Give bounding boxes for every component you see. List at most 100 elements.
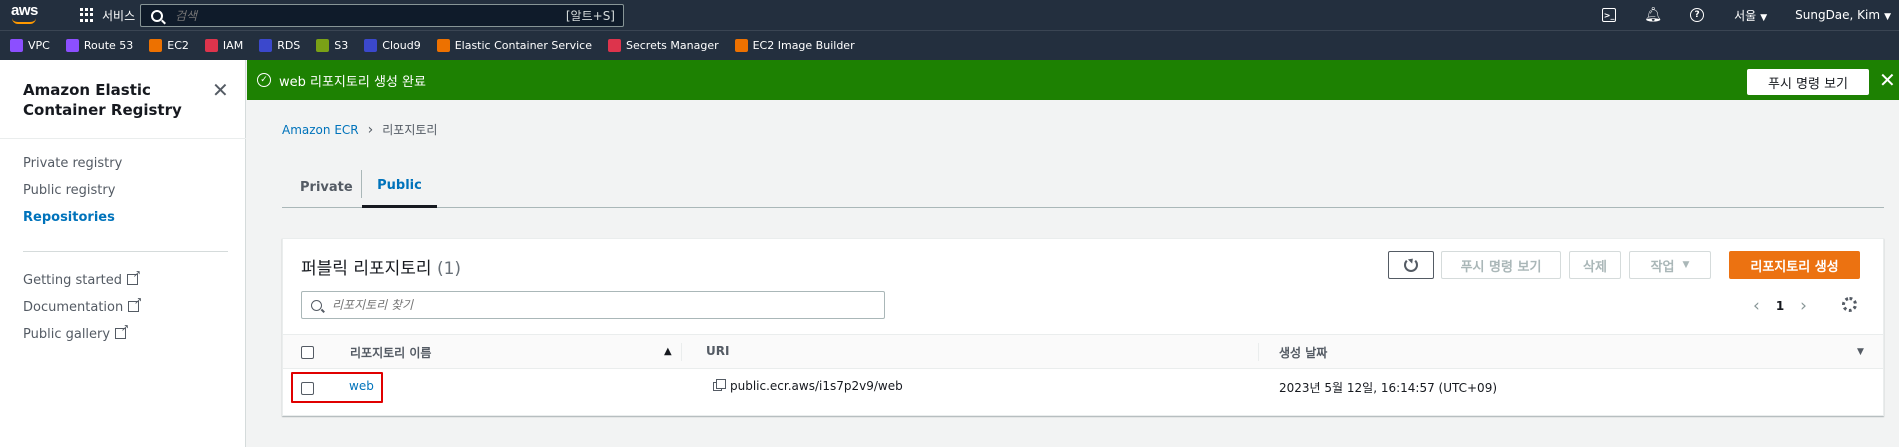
search-icon [151, 9, 163, 22]
repository-name-link[interactable]: web [349, 379, 374, 393]
tab-public[interactable]: Public [362, 166, 437, 208]
actions-label: 작업 [1650, 259, 1675, 275]
sidebar-item-private-registry[interactable]: Private registry [23, 156, 122, 171]
page-number[interactable]: 1 [1776, 299, 1784, 313]
flash-message: web 리포지토리 생성 완료 [279, 74, 426, 90]
rds-icon [259, 39, 273, 52]
gear-icon[interactable] [1842, 297, 1857, 312]
row-checkbox[interactable] [301, 382, 314, 395]
close-icon[interactable]: ✕ [212, 78, 229, 102]
favorite-iam[interactable]: IAM [204, 39, 244, 52]
panel-title-text: 퍼블릭 리포지토리 [301, 259, 432, 279]
chevron-right-icon[interactable]: › [1800, 296, 1807, 316]
ecs-icon [436, 39, 450, 52]
panel-title: 퍼블릭 리포지토리 (1) [301, 254, 461, 279]
external-link-icon [115, 323, 129, 339]
sidebar-item-label: Public gallery [23, 327, 111, 342]
vpc-icon [10, 39, 23, 52]
sidebar-item-label: Documentation [23, 300, 124, 315]
favorite-label: VPC [28, 39, 50, 52]
pagination: ‹ 1 › [1753, 296, 1807, 316]
table-header: 리포지토리 이름 ▲ URI 생성 날짜 ▼ [283, 334, 1883, 369]
search-shortcut-hint: [알트+S] [565, 9, 615, 23]
actions-dropdown[interactable]: 작업 ▼ [1629, 251, 1711, 279]
repository-filter[interactable] [301, 291, 885, 319]
favorite-ec2[interactable]: EC2 [149, 39, 189, 52]
account-menu[interactable]: SungDae, Kim ▼ [1795, 8, 1891, 22]
favorite-label: EC2 [167, 39, 189, 52]
sidebar-item-public-registry[interactable]: Public registry [23, 183, 115, 198]
region-selector[interactable]: 서울 ▼ [1734, 7, 1767, 24]
tab-private[interactable]: Private [300, 166, 353, 208]
table-row: web public.ecr.aws/i1s7p2v9/web 2023년 5월… [283, 369, 1883, 405]
select-all-checkbox[interactable] [301, 346, 314, 359]
column-header-uri[interactable]: URI [706, 344, 729, 358]
breadcrumb-link-ecr[interactable]: Amazon ECR [282, 123, 359, 137]
repositories-panel: 퍼블릭 리포지토리 (1) 푸시 명령 보기 삭제 작업 ▼ 리포지토리 생성 ‹… [282, 238, 1884, 416]
view-push-commands-button[interactable]: 푸시 명령 보기 [1747, 69, 1869, 95]
column-divider [1258, 343, 1259, 361]
ec2-icon [149, 39, 163, 52]
registry-tabs: Private Public [282, 166, 1884, 208]
favorite-label: Route 53 [83, 39, 134, 52]
favorite-label: IAM [222, 39, 244, 52]
repository-search-input[interactable] [332, 298, 872, 312]
services-label: 서비스 [102, 8, 136, 23]
favorite-s3[interactable]: S3 [316, 39, 348, 52]
refresh-icon [1404, 258, 1418, 272]
close-icon[interactable]: ✕ [1879, 68, 1896, 92]
repository-uri: public.ecr.aws/i1s7p2v9/web [730, 379, 903, 393]
nav-right-group: >_ 🔔︎ ? 서울 ▼ SungDae, Kim ▼ [1602, 0, 1899, 30]
sidebar-item-public-gallery[interactable]: Public gallery [23, 323, 129, 342]
sidebar-item-label: Getting started [23, 273, 123, 288]
favorite-secrets-manager[interactable]: Secrets Manager [608, 39, 719, 52]
breadcrumb-current: 리포지토리 [382, 123, 438, 137]
column-header-name[interactable]: 리포지토리 이름 [350, 344, 431, 361]
caret-down-icon: ▼ [1760, 12, 1768, 23]
chevron-right-icon: › [367, 121, 374, 138]
view-push-commands-button[interactable]: 푸시 명령 보기 [1441, 251, 1561, 279]
favorites-bar: VPC Route 53 EC2 IAM RDS S3 Cloud9 Elast… [0, 30, 1899, 60]
region-label: 서울 [1734, 8, 1757, 23]
divider [23, 251, 228, 252]
delete-button[interactable]: 삭제 [1569, 251, 1621, 279]
external-link-icon [128, 296, 142, 312]
external-link-icon [127, 269, 141, 285]
favorite-cloud9[interactable]: Cloud9 [364, 39, 421, 52]
ec2-image-builder-icon [734, 39, 748, 52]
sidebar-item-repositories[interactable]: Repositories [23, 210, 115, 225]
notifications-bell-icon[interactable]: 🔔︎ [1644, 7, 1662, 23]
services-menu-button[interactable]: 서비스 [80, 7, 135, 24]
favorite-ec2-image-builder[interactable]: EC2 Image Builder [734, 39, 855, 52]
search-icon [311, 299, 322, 311]
sidebar-item-getting-started[interactable]: Getting started [23, 269, 141, 288]
global-search-input[interactable] [175, 8, 555, 23]
cloudshell-icon[interactable]: >_ [1602, 8, 1617, 22]
sidebar-item-documentation[interactable]: Documentation [23, 296, 142, 315]
create-repository-button[interactable]: 리포지토리 생성 [1729, 251, 1860, 279]
refresh-button[interactable] [1388, 251, 1434, 279]
s3-icon [316, 39, 330, 52]
favorite-route53[interactable]: Route 53 [65, 39, 134, 52]
help-icon[interactable]: ? [1690, 8, 1705, 22]
aws-smile-icon [12, 18, 36, 24]
copy-icon[interactable] [713, 379, 726, 391]
chevron-left-icon[interactable]: ‹ [1753, 296, 1760, 316]
favorite-rds[interactable]: RDS [259, 39, 300, 52]
column-header-created[interactable]: 생성 날짜 [1279, 344, 1327, 361]
aws-logo[interactable]: aws [10, 2, 40, 26]
favorite-label: S3 [334, 39, 349, 52]
account-name: SungDae, Kim [1795, 8, 1881, 22]
caret-down-icon: ▼ [1884, 12, 1891, 22]
sort-caret-down-icon[interactable]: ▼ [1857, 347, 1864, 357]
check-circle-icon: ✓ [257, 73, 271, 87]
top-navigation: aws 서비스 [알트+S] >_ 🔔︎ ? 서울▼ SungDae, Kim▼ [0, 0, 1899, 30]
sidenav-title: Amazon Elastic Container Registry [23, 81, 182, 119]
favorite-vpc[interactable]: VPC [10, 39, 50, 52]
global-search[interactable]: [알트+S] [140, 4, 624, 27]
divider [0, 138, 246, 139]
aws-logo-text: aws [11, 2, 38, 19]
favorite-ecs[interactable]: Elastic Container Service [436, 39, 592, 52]
sort-ascending-icon[interactable]: ▲ [664, 346, 672, 357]
secrets-manager-icon [608, 39, 621, 52]
